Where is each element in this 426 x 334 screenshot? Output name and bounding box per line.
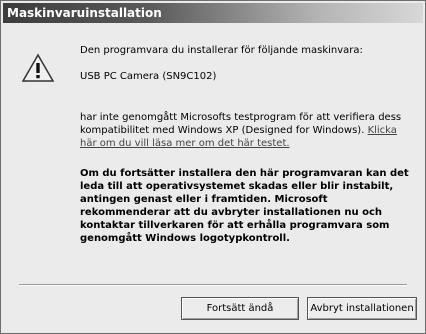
hardware-install-dialog: Maskinvaruinstallation Den programvara d… [0, 0, 426, 334]
warning-icon [21, 53, 55, 82]
stop-installation-button[interactable]: Avbryt installationen [307, 297, 417, 320]
dialog-title: Maskinvaruinstallation [3, 3, 423, 23]
continue-anyway-button[interactable]: Fortsätt ändå [181, 297, 299, 320]
device-name: USB PC Camera (SN9C102) [80, 71, 217, 82]
lead-text: Den programvara du installerar för följa… [80, 45, 363, 56]
not-tested-paragraph: har inte genomgått Microsofts testprogra… [80, 111, 410, 150]
warning-paragraph: Om du fortsätter installera den här prog… [80, 168, 409, 244]
not-tested-text: har inte genomgått Microsofts testprogra… [80, 112, 402, 136]
separator [19, 284, 407, 286]
